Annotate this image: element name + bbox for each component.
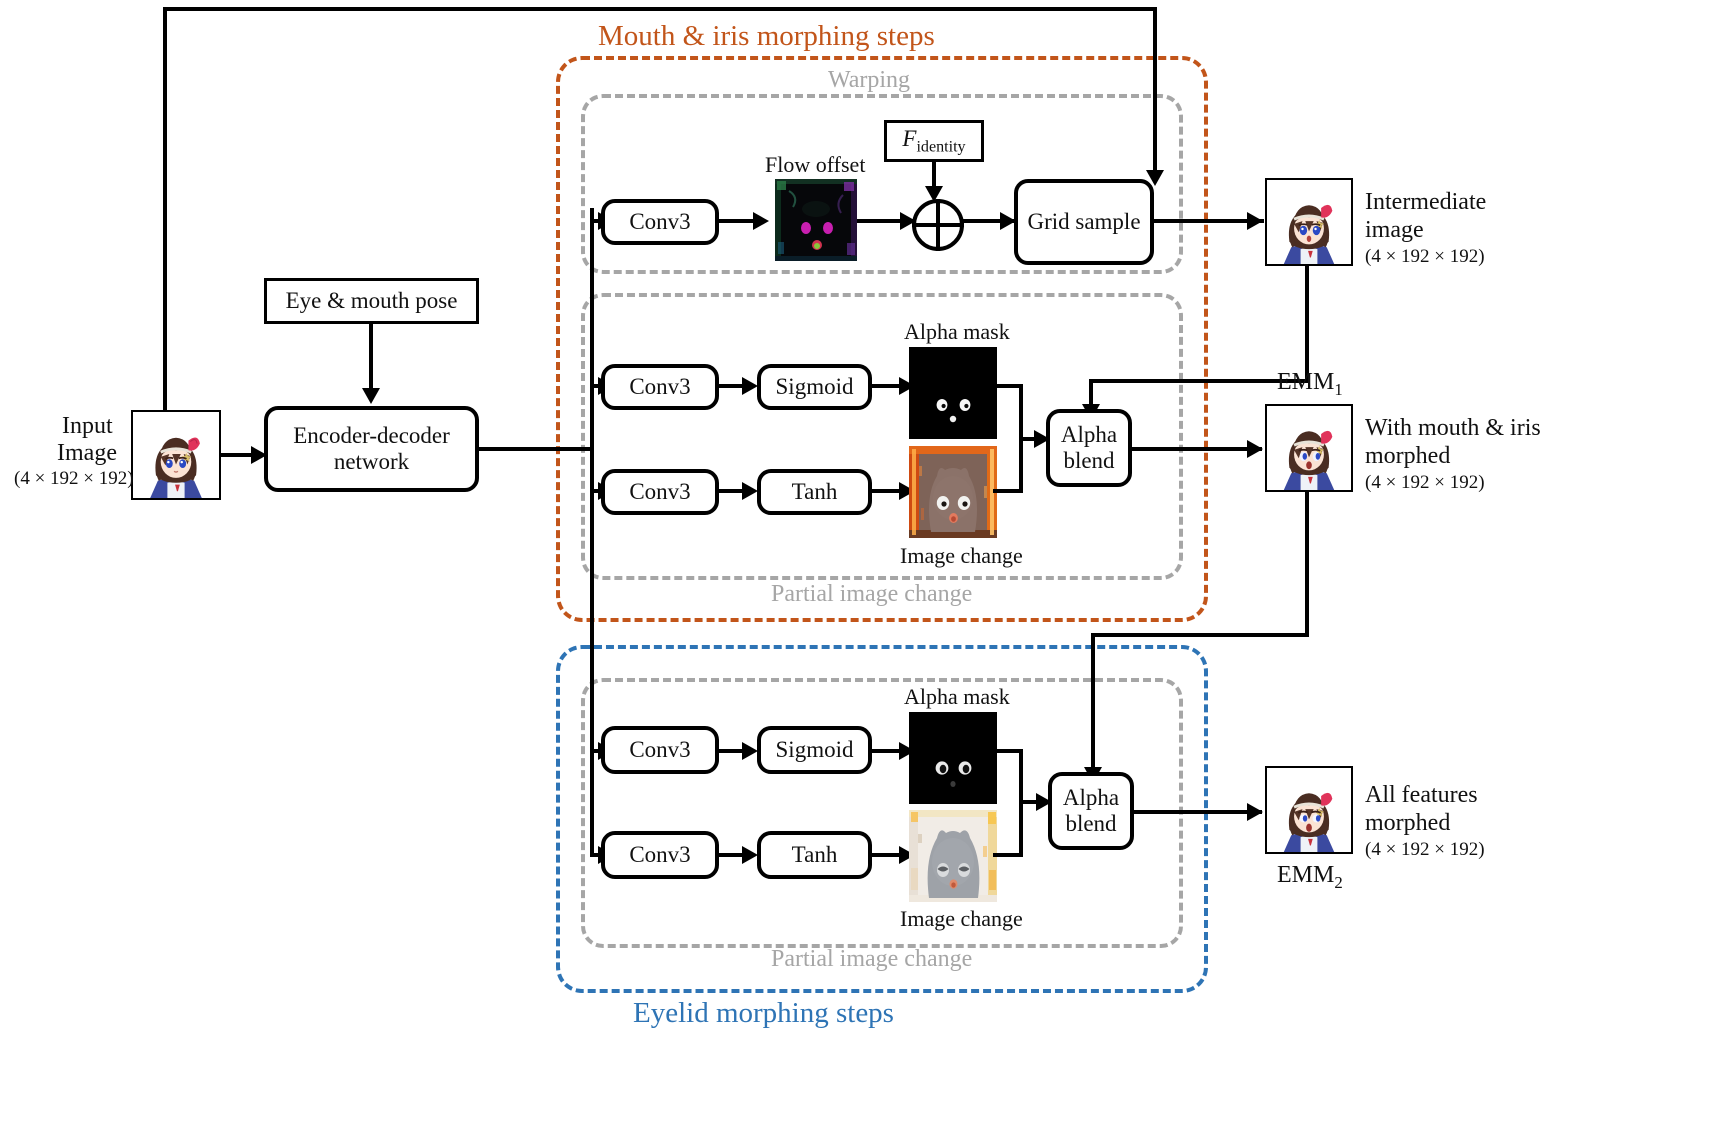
eye-mouth-pose-label: Eye & mouth pose bbox=[285, 288, 458, 314]
conv3-mask-top-label: Conv3 bbox=[629, 374, 691, 400]
wire-intermediate-down bbox=[1305, 266, 1309, 383]
emm1-caption-line2: morphed bbox=[1365, 443, 1451, 469]
wire-alpha-blend-top-to-emm1 bbox=[1132, 447, 1262, 451]
alpha-mask-top-thumbnail bbox=[909, 347, 997, 439]
f-identity-label: Fidentity bbox=[902, 125, 966, 156]
intermediate-image-thumbnail bbox=[1265, 178, 1353, 266]
wire-input-to-top-up bbox=[163, 9, 167, 413]
image-change-bottom-thumbnail bbox=[909, 810, 997, 902]
input-image-caption-line1: Input bbox=[62, 413, 113, 439]
input-image-thumbnail bbox=[131, 410, 221, 500]
image-change-top-thumbnail bbox=[909, 446, 997, 538]
group-partial-image-change-bottom-title: Partial image change bbox=[771, 946, 973, 972]
tanh-top-box[interactable]: Tanh bbox=[757, 469, 872, 515]
emm2-image-thumbnail bbox=[1265, 766, 1353, 854]
flow-offset-caption: Flow offset bbox=[765, 152, 866, 177]
arrow-conv3-to-tanh-bottom bbox=[742, 846, 758, 864]
input-image-dims: (4 × 192 × 192) bbox=[14, 468, 134, 489]
add-operator-icon bbox=[912, 199, 964, 251]
emm1-caption-line1: With mouth & iris bbox=[1365, 415, 1541, 441]
conv3-warp-label: Conv3 bbox=[629, 209, 691, 235]
eye-mouth-pose-box[interactable]: Eye & mouth pose bbox=[264, 278, 479, 324]
emm2-tag: EMM2 bbox=[1277, 862, 1343, 892]
conv3-change-bottom-label: Conv3 bbox=[629, 842, 691, 868]
arrow-conv3-to-sigmoid-top bbox=[742, 377, 758, 395]
group-eyelid-title: Eyelid morphing steps bbox=[633, 997, 894, 1029]
emm1-image-thumbnail bbox=[1265, 404, 1353, 492]
conv3-mask-top-box[interactable]: Conv3 bbox=[601, 364, 719, 410]
emm2-caption-line2: morphed bbox=[1365, 810, 1451, 836]
alpha-blend-bottom-label: Alpha blend bbox=[1062, 785, 1120, 836]
wire-top-down-to-grid-sample bbox=[1153, 7, 1157, 172]
group-partial-image-change-top-title: Partial image change bbox=[771, 581, 973, 607]
image-change-bottom-caption: Image change bbox=[900, 906, 1023, 931]
alpha-blend-top-label: Alpha blend bbox=[1060, 422, 1118, 473]
conv3-warp-box[interactable]: Conv3 bbox=[601, 199, 719, 245]
conv3-mask-bottom-label: Conv3 bbox=[629, 737, 691, 763]
alpha-blend-top-box[interactable]: Alpha blend bbox=[1046, 409, 1132, 487]
arrow-conv3-to-tanh-top bbox=[742, 482, 758, 500]
wire-emm1-left bbox=[1091, 633, 1309, 637]
wire-distribution-bus bbox=[590, 208, 594, 855]
sigmoid-top-label: Sigmoid bbox=[775, 374, 854, 400]
grid-sample-box[interactable]: Grid sample bbox=[1014, 179, 1154, 265]
conv3-mask-bottom-box[interactable]: Conv3 bbox=[601, 726, 719, 774]
intermediate-image-caption-line1: Intermediate bbox=[1365, 189, 1487, 215]
tanh-bottom-label: Tanh bbox=[791, 842, 838, 868]
arrow-alpha-blend-bottom-to-emm2 bbox=[1247, 803, 1263, 821]
f-identity-box[interactable]: Fidentity bbox=[884, 120, 984, 162]
wire-intermediate-left bbox=[1089, 379, 1309, 383]
tanh-bottom-box[interactable]: Tanh bbox=[757, 831, 872, 879]
arrow-pose-to-encoder bbox=[362, 388, 380, 404]
alpha-blend-bottom-box[interactable]: Alpha blend bbox=[1048, 772, 1134, 850]
wire-emm1-into-alpha-blend-bottom bbox=[1091, 633, 1095, 772]
emm2-dims: (4 × 192 × 192) bbox=[1365, 839, 1485, 860]
sigmoid-top-box[interactable]: Sigmoid bbox=[757, 364, 872, 410]
arrow-conv3-to-sigmoid-bottom bbox=[742, 742, 758, 760]
encoder-decoder-box[interactable]: Encoder-decoder network bbox=[264, 406, 479, 492]
wire-alpha-blend-bottom-to-emm2 bbox=[1134, 810, 1262, 814]
grid-sample-label: Grid sample bbox=[1027, 209, 1141, 235]
tanh-top-label: Tanh bbox=[791, 479, 838, 505]
sigmoid-bottom-label: Sigmoid bbox=[775, 737, 854, 763]
emm2-caption-line1: All features bbox=[1365, 782, 1478, 808]
group-warping-title: Warping bbox=[828, 67, 911, 93]
conv3-change-top-label: Conv3 bbox=[629, 479, 691, 505]
arrow-conv3-to-flow-offset bbox=[753, 212, 769, 230]
encoder-decoder-label: Encoder-decoder network bbox=[293, 423, 450, 474]
emm1-dims: (4 × 192 × 192) bbox=[1365, 472, 1485, 493]
arrow-grid-sample-to-intermediate bbox=[1247, 212, 1263, 230]
input-image-caption-line2: Image bbox=[57, 440, 117, 466]
group-mouth-iris-title: Mouth & iris morphing steps bbox=[598, 20, 935, 52]
wire-top-horizontal bbox=[163, 7, 1157, 11]
conv3-change-bottom-box[interactable]: Conv3 bbox=[601, 831, 719, 879]
alpha-mask-top-caption: Alpha mask bbox=[904, 319, 1010, 344]
wire-change-top-merge-v bbox=[1019, 437, 1023, 493]
wire-pose-to-encoder bbox=[369, 324, 373, 392]
wire-encoder-out bbox=[479, 447, 594, 451]
emm1-tag: EMM1 bbox=[1277, 369, 1343, 399]
diagram-canvas: Mouth & iris morphing steps Eyelid morph… bbox=[0, 0, 1722, 1148]
alpha-mask-bottom-caption: Alpha mask bbox=[904, 684, 1010, 709]
wire-input-to-encoder bbox=[221, 453, 255, 457]
wire-change-bottom-merge-v bbox=[1019, 800, 1023, 856]
sigmoid-bottom-box[interactable]: Sigmoid bbox=[757, 726, 872, 774]
intermediate-image-dims: (4 × 192 × 192) bbox=[1365, 246, 1485, 267]
flow-offset-thumbnail bbox=[775, 179, 857, 261]
arrow-alpha-blend-top-to-emm1 bbox=[1247, 440, 1263, 458]
alpha-mask-bottom-thumbnail bbox=[909, 712, 997, 804]
image-change-top-caption: Image change bbox=[900, 543, 1023, 568]
conv3-change-top-box[interactable]: Conv3 bbox=[601, 469, 719, 515]
intermediate-image-caption-line2: image bbox=[1365, 217, 1424, 243]
wire-emm1-down bbox=[1305, 492, 1309, 637]
